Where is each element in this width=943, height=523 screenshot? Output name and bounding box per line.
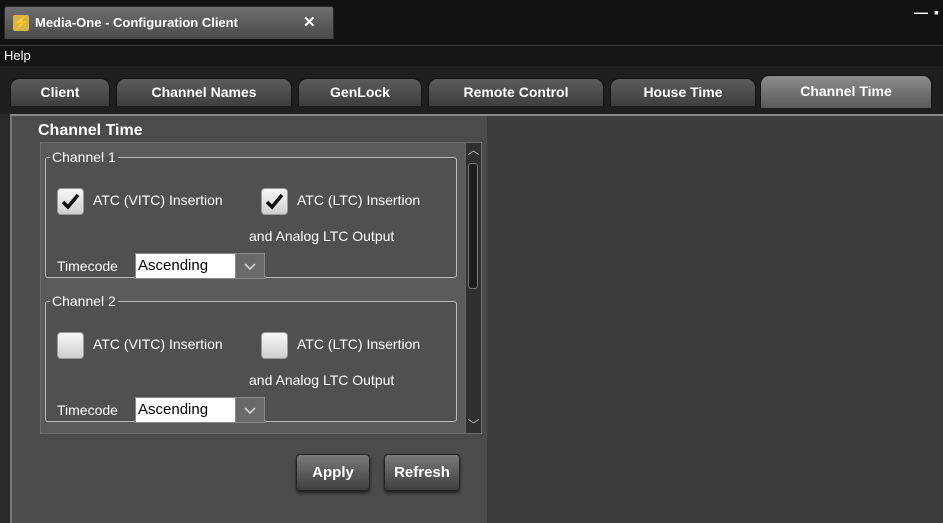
maximize-icon[interactable]: ▪ bbox=[934, 4, 939, 20]
application-window: ⚡ Media-One - Configuration Client ✕ — ▪… bbox=[0, 0, 943, 523]
tab-channel-time[interactable]: Channel Time bbox=[760, 75, 932, 108]
checkmark-icon bbox=[265, 193, 284, 210]
tab-strip: Client Channel Names GenLock Remote Cont… bbox=[0, 66, 943, 114]
channel-1-timecode-value: Ascending bbox=[138, 257, 209, 274]
menu-help[interactable]: Help bbox=[4, 48, 31, 63]
channel-scroll-pane: Channel 1 ATC (VITC) Insertion ATC (LTC)… bbox=[40, 142, 482, 434]
chevron-down-icon[interactable] bbox=[235, 398, 264, 422]
channel-2-vitc-checkbox[interactable] bbox=[57, 332, 84, 359]
empty-area bbox=[487, 116, 943, 523]
tab-client[interactable]: Client bbox=[10, 78, 110, 106]
tab-remote-control[interactable]: Remote Control bbox=[428, 78, 604, 106]
window-title: Media-One - Configuration Client bbox=[35, 15, 238, 30]
minimize-icon[interactable]: — bbox=[914, 4, 928, 20]
vertical-scrollbar[interactable]: ︿ ﹀ bbox=[465, 143, 481, 433]
channel-2-timecode-select[interactable]: Ascending bbox=[135, 397, 265, 423]
channel-1-vitc-label: ATC (VITC) Insertion bbox=[93, 192, 223, 208]
channel-2-ltc-checkbox[interactable] bbox=[261, 332, 288, 359]
tab-channel-names[interactable]: Channel Names bbox=[116, 78, 292, 106]
title-bar: ⚡ Media-One - Configuration Client ✕ — ▪ bbox=[0, 0, 943, 45]
chevron-down-icon[interactable] bbox=[235, 254, 264, 278]
close-icon[interactable]: ✕ bbox=[303, 13, 316, 31]
apply-button[interactable]: Apply bbox=[296, 454, 370, 491]
channel-1-title: Channel 1 bbox=[52, 149, 116, 165]
channel-1-ltc-checkbox[interactable] bbox=[261, 188, 288, 215]
tab-content: Channel Time Channel 1 ATC (VITC) Insert… bbox=[10, 114, 943, 523]
channel-2-vitc-label: ATC (VITC) Insertion bbox=[93, 336, 223, 352]
channel-1-group: Channel 1 ATC (VITC) Insertion ATC (LTC)… bbox=[45, 149, 457, 279]
channel-2-timecode-label: Timecode bbox=[57, 402, 118, 418]
channel-2-ltc-label: ATC (LTC) Insertion bbox=[297, 336, 421, 352]
tab-genlock[interactable]: GenLock bbox=[298, 78, 422, 106]
scroll-up-icon[interactable]: ︿ bbox=[466, 143, 481, 158]
channel-1-ltc-label-2: and Analog LTC Output bbox=[249, 228, 395, 244]
channel-2-timecode-value: Ascending bbox=[138, 401, 209, 418]
tab-house-time[interactable]: House Time bbox=[610, 78, 756, 106]
channel-1-timecode-select[interactable]: Ascending bbox=[135, 253, 265, 279]
scroll-down-icon[interactable]: ﹀ bbox=[466, 418, 481, 433]
channel-2-ltc-label-2: and Analog LTC Output bbox=[249, 372, 395, 388]
channel-1-vitc-checkbox[interactable] bbox=[57, 188, 84, 215]
channel-1-ltc-label: ATC (LTC) Insertion bbox=[297, 192, 421, 208]
refresh-button[interactable]: Refresh bbox=[384, 454, 460, 491]
window-tab[interactable]: ⚡ Media-One - Configuration Client ✕ bbox=[4, 6, 334, 39]
app-logo-icon: ⚡ bbox=[13, 15, 30, 31]
channel-2-group: Channel 2 ATC (VITC) Insertion ATC (LTC)… bbox=[45, 293, 457, 423]
menu-bar: Help bbox=[0, 45, 943, 66]
section-title: Channel Time bbox=[38, 122, 143, 139]
channel-1-timecode-label: Timecode bbox=[57, 258, 118, 274]
checkmark-icon bbox=[61, 193, 80, 210]
channel-2-title: Channel 2 bbox=[52, 293, 116, 309]
scroll-thumb[interactable] bbox=[468, 163, 478, 289]
